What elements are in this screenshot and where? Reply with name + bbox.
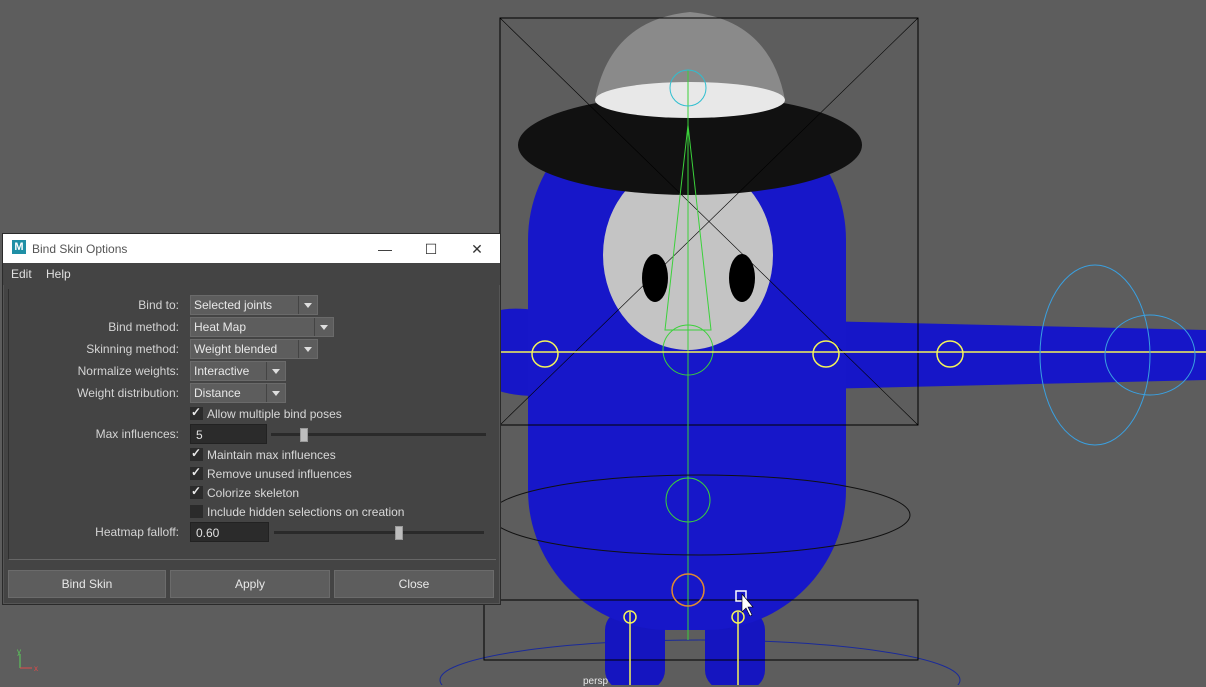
options-panel: Bind to: Selected joints Bind method: He… bbox=[8, 289, 496, 560]
normalize-weights-label: Normalize weights: bbox=[77, 364, 179, 378]
bind-to-dropdown[interactable]: Selected joints bbox=[190, 295, 318, 315]
skinning-method-label: Skinning method: bbox=[86, 342, 179, 356]
chevron-down-icon bbox=[298, 296, 317, 314]
dialog-title: Bind Skin Options bbox=[32, 242, 128, 256]
bind-to-label: Bind to: bbox=[138, 298, 179, 312]
chevron-down-icon bbox=[266, 362, 285, 380]
weight-distribution-label: Weight distribution: bbox=[77, 386, 179, 400]
heatmap-falloff-label: Heatmap falloff: bbox=[95, 525, 179, 539]
heatmap-falloff-slider-track[interactable] bbox=[274, 531, 484, 534]
axis-indicator-icon: y x bbox=[17, 647, 38, 673]
minimize-button[interactable]: — bbox=[363, 236, 407, 262]
weight-distribution-dropdown[interactable]: Distance bbox=[190, 383, 286, 403]
bind-method-label: Bind method: bbox=[108, 320, 179, 334]
close-button[interactable]: Close bbox=[334, 570, 494, 598]
axis-x-label: x bbox=[34, 664, 38, 673]
maximize-button[interactable]: ☐ bbox=[409, 236, 453, 262]
allow-multiple-bind-poses-label: Allow multiple bind poses bbox=[207, 407, 342, 421]
chevron-down-icon bbox=[298, 340, 317, 358]
remove-unused-influences-checkbox[interactable] bbox=[190, 465, 203, 480]
menu-bar: Edit Help bbox=[3, 263, 500, 285]
bind-skin-button[interactable]: Bind Skin bbox=[8, 570, 166, 598]
heatmap-falloff-slider-handle[interactable] bbox=[395, 526, 403, 540]
close-window-button[interactable]: ✕ bbox=[455, 236, 499, 262]
bind-method-dropdown[interactable]: Heat Map bbox=[190, 317, 334, 337]
colorize-skeleton-checkbox[interactable] bbox=[190, 484, 203, 499]
max-influences-input[interactable]: 5 bbox=[190, 424, 267, 444]
maintain-max-influences-checkbox[interactable] bbox=[190, 446, 203, 461]
include-hidden-selections-checkbox[interactable] bbox=[190, 505, 203, 518]
maya-logo-icon: M bbox=[12, 240, 26, 254]
title-bar[interactable]: M Bind Skin Options — ☐ ✕ bbox=[3, 234, 500, 263]
camera-label: persp bbox=[583, 676, 609, 687]
chevron-down-icon bbox=[314, 318, 333, 336]
normalize-weights-dropdown[interactable]: Interactive bbox=[190, 361, 286, 381]
colorize-skeleton-label: Colorize skeleton bbox=[207, 486, 300, 500]
bind-skin-options-dialog: M Bind Skin Options — ☐ ✕ Edit Help Bind… bbox=[2, 233, 501, 605]
max-influences-slider-handle[interactable] bbox=[300, 428, 308, 442]
maintain-max-influences-label: Maintain max influences bbox=[207, 448, 336, 462]
apply-button[interactable]: Apply bbox=[170, 570, 330, 598]
axis-y-label: y bbox=[17, 647, 21, 656]
allow-multiple-bind-poses-checkbox[interactable] bbox=[190, 405, 203, 420]
skinning-method-dropdown[interactable]: Weight blended bbox=[190, 339, 318, 359]
include-hidden-selections-label: Include hidden selections on creation bbox=[207, 505, 405, 519]
chevron-down-icon bbox=[266, 384, 285, 402]
menu-help[interactable]: Help bbox=[46, 267, 71, 281]
remove-unused-influences-label: Remove unused influences bbox=[207, 467, 352, 481]
menu-edit[interactable]: Edit bbox=[11, 267, 32, 281]
max-influences-label: Max influences: bbox=[95, 427, 179, 441]
heatmap-falloff-input[interactable]: 0.60 bbox=[190, 522, 269, 542]
